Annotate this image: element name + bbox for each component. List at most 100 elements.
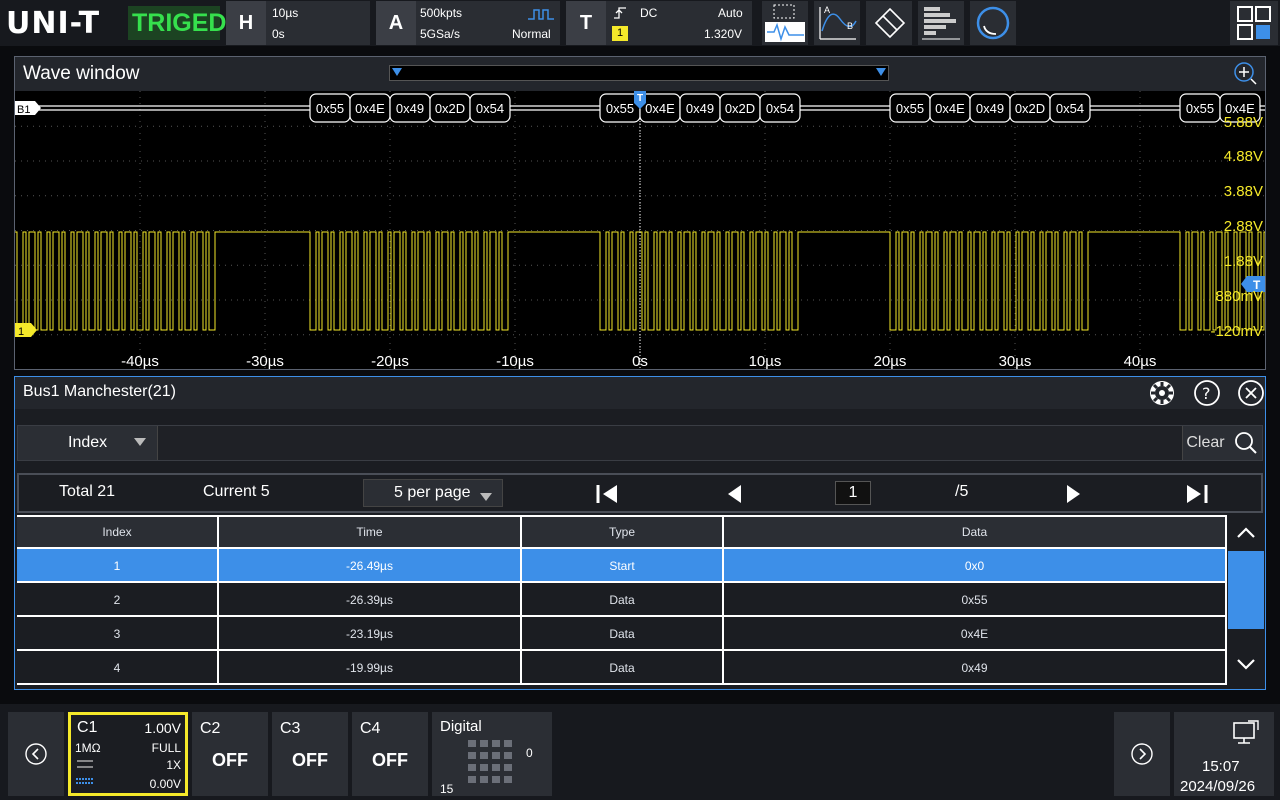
channel-2-box[interactable]: C2 OFF	[192, 712, 268, 796]
histogram-button[interactable]	[918, 1, 964, 45]
clock-time: 15:07	[1202, 758, 1240, 775]
search-circle-icon	[976, 6, 1010, 40]
decode-panel: Bus1 Manchester(21) ? Index Clear Total …	[14, 376, 1266, 690]
column-header: Time	[219, 517, 522, 547]
gear-icon[interactable]	[1149, 380, 1175, 406]
search-field-select[interactable]: Index	[18, 426, 158, 460]
zoom-in-icon[interactable]	[1233, 61, 1257, 85]
bus-tag-arrow	[35, 101, 41, 115]
trigger-panel[interactable]: T DC Auto 1 1.320V	[566, 1, 752, 45]
memory-position-bar[interactable]	[389, 65, 889, 81]
decode-header: Bus1 Manchester(21) ?	[15, 377, 1265, 409]
channel-1-box[interactable]: C1 1.00V 1MΩ FULL 1X 0.00V	[68, 712, 188, 796]
close-icon[interactable]	[1237, 379, 1265, 407]
cell-index: 3	[17, 617, 219, 651]
next-page-icon[interactable]	[1065, 483, 1083, 505]
column-header: Index	[17, 517, 219, 547]
table-row[interactable]: 2 -26.39µs Data 0x55	[17, 583, 1227, 617]
decode-title: Bus1 Manchester(21)	[23, 383, 176, 400]
search-icon[interactable]	[1230, 430, 1260, 456]
last-page-icon[interactable]	[1185, 483, 1209, 505]
menu-button[interactable]	[1230, 1, 1278, 45]
acquire-mode: Normal	[512, 27, 551, 41]
search-input[interactable]	[158, 426, 1182, 460]
wave-window[interactable]: Wave window 0x55 0x4E 0x49 0x2D 0x54 0x55 0x4E…	[14, 56, 1266, 370]
current-index: Current 5	[203, 483, 270, 500]
bus-packet-label: 0x54	[1056, 101, 1084, 116]
caret-down-icon	[134, 438, 146, 446]
scroll-up-icon[interactable]	[1236, 525, 1256, 539]
digital-low: 0	[526, 746, 533, 760]
digital-box[interactable]: Digital 0 15	[432, 712, 552, 796]
channel-4-box[interactable]: C4 OFF	[352, 712, 428, 796]
measure-button[interactable]	[762, 1, 808, 45]
scroll-down-icon[interactable]	[1236, 657, 1256, 671]
first-page-icon[interactable]	[595, 483, 619, 505]
status-box[interactable]: 15:07 2024/09/26	[1174, 712, 1274, 796]
scroll-left-button[interactable]	[8, 712, 64, 796]
table-scrollbar[interactable]	[1227, 515, 1265, 687]
voltage-label: 4.88V	[1224, 148, 1263, 165]
decode-table: Index Time Type Data 1 -26.49µs Start 0x0 2-…	[15, 515, 1265, 687]
cursor-icon: AB	[819, 5, 857, 40]
time-label: 10µs	[749, 353, 782, 369]
channel-3-box[interactable]: C3 OFF	[272, 712, 348, 796]
clear-button[interactable]: Clear	[1182, 426, 1228, 460]
digital-grid-icon	[468, 740, 512, 783]
memory-depth: 500kpts	[420, 6, 463, 20]
channel-3-state: OFF	[292, 750, 328, 770]
bus-label: B1	[17, 104, 30, 116]
cell-data: 0x4E	[724, 617, 1227, 651]
table-header-row: Index Time Type Data	[17, 515, 1227, 549]
wave-window-header: Wave window	[15, 57, 1265, 91]
table-row[interactable]: 3 -23.19µs Data 0x4E	[17, 617, 1227, 651]
column-header: Data	[724, 517, 1227, 547]
channel-4-state: OFF	[372, 750, 408, 770]
channel-bar: C1 1.00V 1MΩ FULL 1X 0.00V C2 OFF C3 OFF…	[0, 704, 1280, 800]
cell-time: -23.19µs	[219, 617, 522, 651]
channel-4-name: C4	[360, 720, 381, 737]
coupling-icon	[77, 760, 93, 768]
help-icon[interactable]: ?	[1193, 379, 1221, 407]
prev-page-icon[interactable]	[725, 483, 743, 505]
time-label: 20µs	[874, 353, 907, 369]
acquire-panel[interactable]: A 500kpts 5GSa/s Normal	[376, 1, 560, 45]
cell-type: Data	[522, 617, 724, 651]
cursor-button[interactable]: AB	[814, 1, 860, 45]
search-bar: Index Clear	[17, 425, 1263, 461]
measure-icon	[765, 4, 805, 42]
time-label: -20µs	[371, 353, 409, 369]
horizontal-offset: 0s	[272, 27, 285, 41]
total-count: Total 21	[59, 483, 116, 500]
search-button[interactable]	[970, 1, 1016, 45]
channel-1-marker-label: 1	[18, 326, 24, 338]
page-number-input[interactable]: 1	[835, 481, 871, 505]
voltage-label: 2.88V	[1224, 218, 1263, 235]
cell-data: 0x49	[724, 651, 1227, 685]
bus-packet-label: 0x2D	[435, 101, 465, 116]
channel-1-scale: 1.00V	[144, 720, 181, 736]
bus-packet-label: 0x49	[686, 101, 714, 116]
cell-index: 2	[17, 583, 219, 617]
svg-text:B: B	[847, 21, 853, 31]
scroll-right-button[interactable]	[1114, 712, 1170, 796]
time-label: -10µs	[496, 353, 534, 369]
channel-2-name: C2	[200, 720, 221, 737]
table-row[interactable]: 1 -26.49µs Start 0x0	[17, 549, 1227, 583]
time-label: 30µs	[999, 353, 1032, 369]
scroll-thumb[interactable]	[1228, 551, 1264, 629]
right-marker-icon	[876, 68, 886, 76]
histogram-icon	[922, 7, 960, 40]
trigger-mode: Auto	[718, 6, 743, 20]
cell-data: 0x0	[724, 549, 1227, 583]
grid-menu-icon	[1237, 6, 1271, 40]
clear-display-button[interactable]	[866, 1, 912, 45]
horizontal-panel[interactable]: H 10µs 0s	[226, 1, 370, 45]
svg-text:A: A	[824, 5, 830, 15]
waveform-display[interactable]: 0x55 0x4E 0x49 0x2D 0x54 0x55 0x4E 0x49 0x2D 0x54…	[15, 91, 1265, 369]
bus-packet-label: 0x54	[766, 101, 794, 116]
bus-packet-label: 0x4E	[645, 101, 675, 116]
per-page-select[interactable]: 5 per page	[363, 479, 503, 507]
table-row[interactable]: 4 -19.99µs Data 0x49	[17, 651, 1227, 685]
voltage-label: -120mV	[1210, 323, 1263, 340]
